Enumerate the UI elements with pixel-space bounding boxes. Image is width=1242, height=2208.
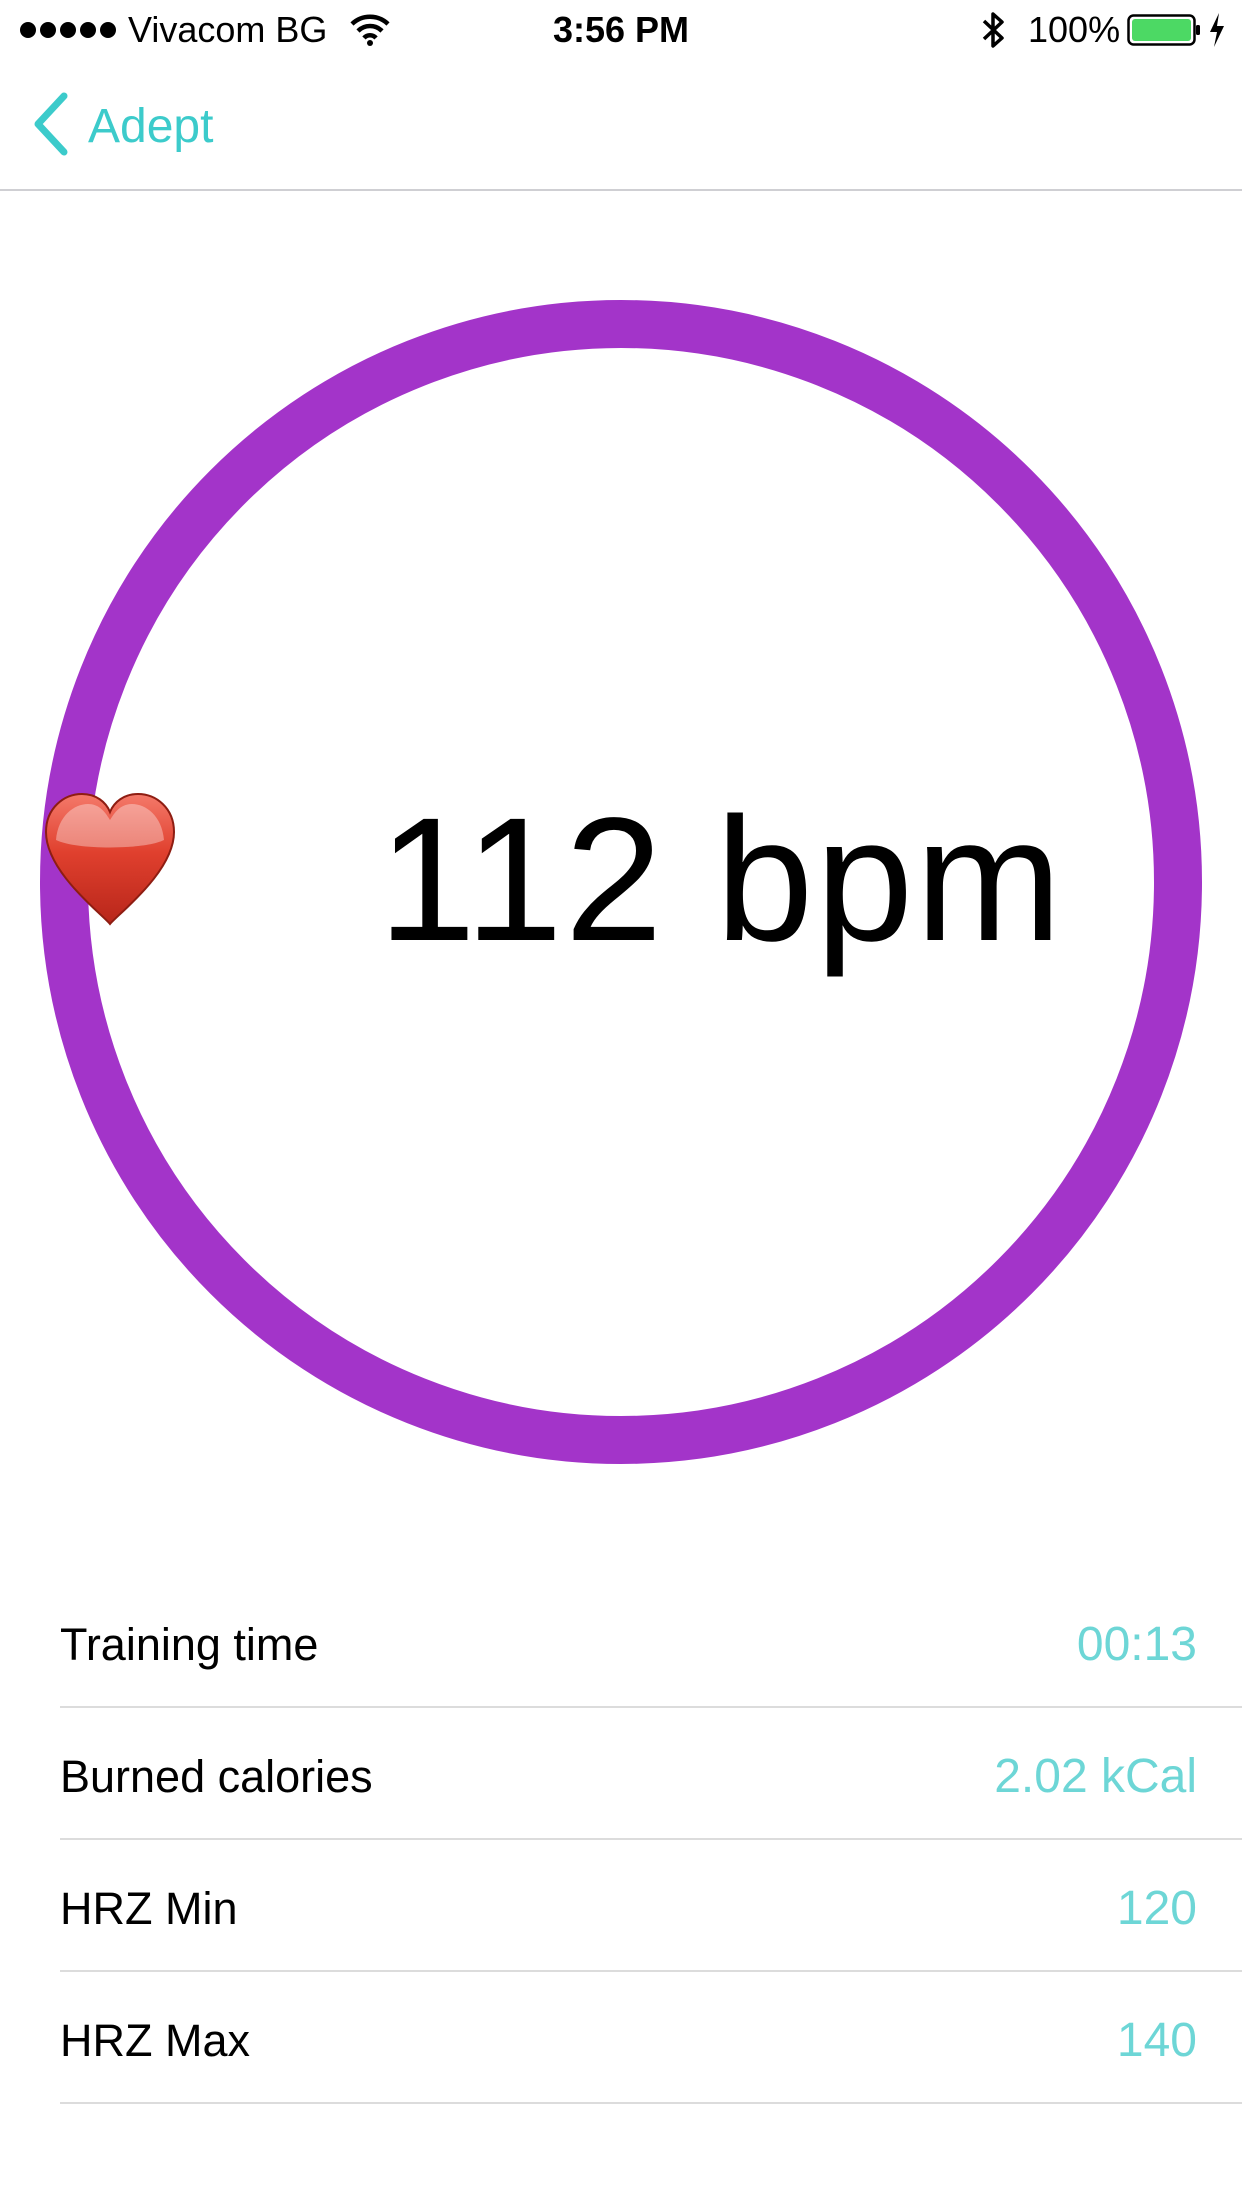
- stat-row-hrz-min: HRZ Min 120: [60, 1842, 1242, 1972]
- stat-value: 00:13: [1076, 1618, 1197, 1671]
- bluetooth-icon: [980, 10, 1008, 55]
- heart-icon: [44, 792, 318, 945]
- stat-value: 2.02 kCal: [994, 1750, 1197, 1803]
- heart-rate-ring: 112 bpm: [40, 300, 1202, 1464]
- stat-label: HRZ Max: [60, 2015, 250, 2066]
- back-button[interactable]: Adept: [30, 92, 213, 161]
- stat-label: HRZ Min: [60, 1883, 238, 1934]
- stat-label: Training time: [60, 1619, 319, 1670]
- stat-value: 140: [1116, 2014, 1197, 2067]
- status-bar: Vivacom BG 3:56 PM 100%: [0, 0, 1242, 60]
- charging-icon: [1208, 12, 1226, 53]
- stat-row-burned-calories: Burned calories 2.02 kCal: [60, 1710, 1242, 1840]
- chevron-left-icon: [30, 92, 70, 161]
- heart-rate-readout: 112 bpm: [40, 790, 1202, 970]
- back-button-label: Adept: [88, 99, 214, 153]
- battery-percent: 100%: [1028, 9, 1121, 50]
- stat-value: 120: [1116, 1882, 1197, 1935]
- stat-row-training-time: Training time 00:13: [60, 1578, 1242, 1708]
- stat-label: Burned calories: [60, 1751, 373, 1802]
- heart-rate-value: 112 bpm: [378, 782, 1064, 978]
- battery-icon: [1127, 14, 1201, 51]
- navigation-bar: Adept: [0, 60, 1242, 191]
- workout-stats-list: Training time 00:13 Burned calories 2.02…: [60, 1578, 1242, 2106]
- stat-row-hrz-max: HRZ Max 140: [60, 1974, 1242, 2104]
